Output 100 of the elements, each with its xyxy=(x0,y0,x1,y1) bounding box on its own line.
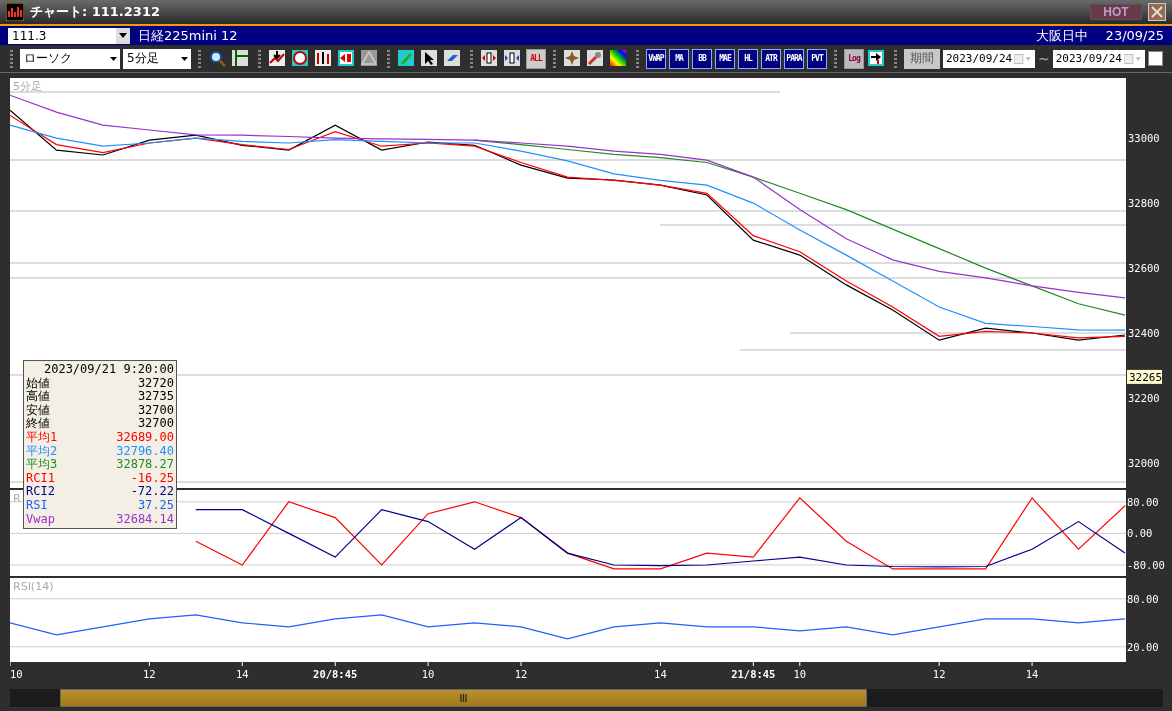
toolbar-button[interactable] xyxy=(360,48,380,69)
axis-label: 10 xyxy=(421,668,435,680)
axis-label: 12 xyxy=(143,668,156,680)
tooltip-label: 平均3 xyxy=(26,458,58,472)
toolbar-button[interactable] xyxy=(480,48,500,69)
candle-inward-arrows-icon xyxy=(503,48,521,67)
axis-label: 14 xyxy=(235,668,249,680)
search-icon xyxy=(208,48,226,67)
range-separator: ~ xyxy=(1038,50,1050,67)
caret-icon xyxy=(110,56,117,61)
toolbar-button[interactable] xyxy=(231,48,251,69)
axis-label: 33000 xyxy=(1128,132,1160,145)
date-field[interactable]: 2023/09/24 xyxy=(943,49,1035,68)
bars-icon xyxy=(314,48,332,67)
indicator-button[interactable]: Log xyxy=(844,48,864,69)
indicator-button[interactable]: VWAP xyxy=(646,48,666,69)
tooltip-value: -72.22 xyxy=(130,485,174,499)
indicator-button[interactable]: HL xyxy=(738,48,758,69)
code-combo[interactable]: 111.3 xyxy=(8,27,130,44)
tooltip-value: 32689.00 xyxy=(116,430,174,445)
scrollbar[interactable] xyxy=(10,689,1163,707)
crosshair-icon xyxy=(231,48,249,67)
period-button[interactable]: 期間 xyxy=(904,48,940,69)
scroll-thumb[interactable] xyxy=(60,689,867,707)
axis-label: 21/8:45 xyxy=(731,668,776,680)
tooltip-value: 32735 xyxy=(137,390,174,404)
toolbar-button[interactable] xyxy=(420,48,440,69)
indicator-button[interactable]: MA xyxy=(669,48,689,69)
rainbow-icon xyxy=(609,48,627,67)
axis-label: 20/8:45 xyxy=(313,668,358,680)
tooltip-label: 終値 xyxy=(26,417,50,431)
toolbar-button[interactable] xyxy=(586,48,606,69)
tooltip-label: 高値 xyxy=(26,390,50,404)
axis-label: 20.00 xyxy=(1127,640,1159,653)
export-icon xyxy=(867,48,885,67)
session-label: 大阪日中 xyxy=(1035,26,1088,45)
axis-label: 0.00 xyxy=(1127,527,1153,540)
caret-icon xyxy=(119,33,127,38)
axis-label: 14 xyxy=(654,668,667,680)
toolbar-button[interactable] xyxy=(609,48,629,69)
toolbar-button[interactable] xyxy=(208,48,228,69)
close-button[interactable] xyxy=(1148,3,1166,21)
axis-label: 32400 xyxy=(1128,327,1160,340)
pen-icon xyxy=(397,48,415,67)
pane-label: R xyxy=(13,492,21,505)
instrument-name: 日経225mini 12 xyxy=(138,26,238,45)
axis-label: 32800 xyxy=(1128,197,1160,210)
tooltip-value: 32720 xyxy=(137,376,174,391)
axis-label: 32600 xyxy=(1128,262,1160,275)
pane-label: RSI(14) xyxy=(13,580,54,593)
axis-label: 12 xyxy=(932,668,946,680)
date-field[interactable]: 2023/09/24 xyxy=(1052,49,1145,68)
indicator-button[interactable]: PARA xyxy=(784,48,804,69)
tooltip-value: 32700 xyxy=(137,403,174,418)
indicator-button[interactable]: ATR xyxy=(761,48,781,69)
axis-label: 32000 xyxy=(1128,457,1160,469)
tooltip-label: RSI xyxy=(26,498,48,513)
eraser-icon xyxy=(443,48,461,67)
tooltip-value: 32796.40 xyxy=(116,444,174,459)
toolbar-button[interactable] xyxy=(397,48,417,69)
warning-icon xyxy=(360,48,378,67)
axis-label: 10 xyxy=(10,668,23,680)
toolbar-button[interactable] xyxy=(867,48,887,69)
tooltip-value: 32684.14 xyxy=(116,512,174,527)
axis-label: 32200 xyxy=(1128,392,1160,404)
chart-type-select[interactable]: ローソク xyxy=(20,48,120,69)
tooltip-label: 平均2 xyxy=(26,444,58,458)
tooltip-value: 32700 xyxy=(137,417,174,431)
tooltip-value: 32878.27 xyxy=(116,458,174,472)
indicator-button[interactable]: MAE xyxy=(715,48,735,69)
toolbar-button[interactable] xyxy=(503,48,523,69)
axis-label: -80.00 xyxy=(1127,558,1165,571)
axis-label: 80.00 xyxy=(1127,495,1159,508)
toolbar-button[interactable] xyxy=(443,48,463,69)
axis-label: 80.00 xyxy=(1127,592,1159,605)
tooltip-label: RCI2 xyxy=(26,485,55,499)
tooltip-label: RCI1 xyxy=(26,471,55,486)
app-icon xyxy=(6,3,24,21)
tooltip-label: Vwap xyxy=(26,512,55,527)
indicator-button[interactable]: BB xyxy=(692,48,712,69)
hot-button[interactable]: HOT xyxy=(1090,4,1142,20)
toolbar-button[interactable] xyxy=(268,48,288,69)
checkbox[interactable] xyxy=(1147,51,1163,66)
calendar-icon xyxy=(1123,53,1142,64)
pane-label: 5分足 xyxy=(13,80,42,93)
wrench-icon xyxy=(586,48,604,67)
toolbar-button[interactable] xyxy=(314,48,334,69)
window-title: チャート: 111.2312 xyxy=(30,3,160,21)
grip-icon xyxy=(460,694,467,702)
tooltip-value: -16.25 xyxy=(130,471,174,486)
calendar-icon xyxy=(1014,53,1032,64)
candle-arrows-icon xyxy=(480,48,498,67)
indicator-button[interactable]: PVT xyxy=(807,48,827,69)
chart-down-icon xyxy=(268,48,286,67)
interval-select[interactable]: 5分足 xyxy=(123,48,191,69)
tooltip-timestamp: 2023/09/21 9:20:00 xyxy=(42,363,174,377)
axis-label: 12 xyxy=(514,668,528,680)
cursor-icon xyxy=(420,48,438,67)
date-label: 23/09/25 xyxy=(1105,28,1164,43)
tooltip-label: 平均1 xyxy=(26,430,58,445)
